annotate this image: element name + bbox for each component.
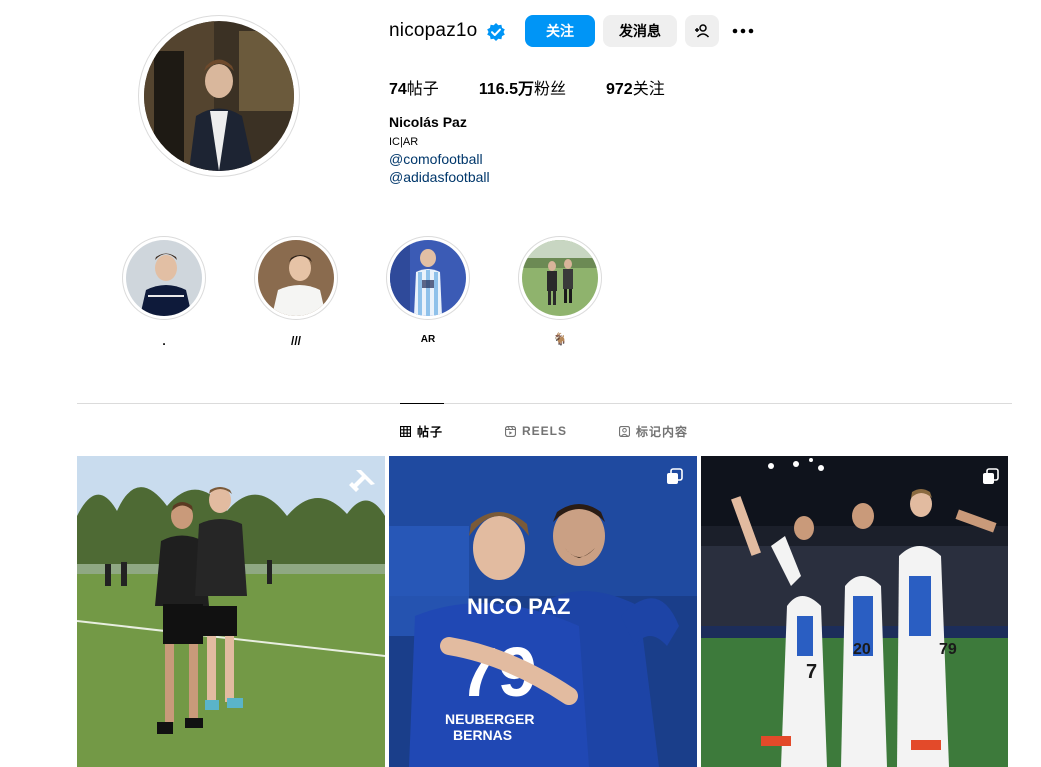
following-stat[interactable]: 972关注 <box>606 75 665 99</box>
tagged-icon <box>619 425 630 437</box>
story-highlight[interactable] <box>386 236 470 320</box>
more-options-button[interactable] <box>728 15 758 47</box>
username: nicopaz1o <box>389 20 478 41</box>
highlight-cover <box>522 240 598 316</box>
profile-stats: 74帖子 116.5万粉丝 972关注 <box>389 75 705 99</box>
more-dots-icon <box>732 28 754 34</box>
verified-badge-icon <box>487 23 505 41</box>
story-highlight[interactable] <box>122 236 206 320</box>
tab-posts[interactable]: 帖子 <box>400 423 443 439</box>
reels-icon <box>505 425 516 437</box>
active-tab-indicator <box>400 403 444 404</box>
following-count: 972 <box>606 81 633 98</box>
posts-stat[interactable]: 74帖子 <box>389 75 439 99</box>
posts-label: 帖子 <box>406 81 439 98</box>
following-label: 关注 <box>632 81 665 98</box>
svg-text:20: 20 <box>853 641 871 658</box>
followers-stat[interactable]: 116.5万粉丝 <box>479 75 566 99</box>
tabs-divider <box>77 403 1012 404</box>
avatar-photo <box>144 21 294 171</box>
story-highlight[interactable] <box>518 236 602 320</box>
tab-tagged[interactable]: 标记内容 <box>619 423 688 439</box>
tab-reels[interactable]: REELS <box>505 423 567 439</box>
post-thumbnail[interactable]: 7 20 79 <box>701 456 1008 767</box>
post-thumbnail[interactable] <box>77 456 385 767</box>
bio-mention-link[interactable]: @comofootball <box>389 151 483 167</box>
svg-text:NICO PAZ: NICO PAZ <box>467 594 570 619</box>
grid-icon <box>400 425 411 437</box>
tab-label: REELS <box>522 424 568 438</box>
bio-mention-link[interactable]: @adidasfootball <box>389 169 490 185</box>
svg-text:79: 79 <box>939 641 957 658</box>
message-button[interactable]: 发消息 <box>603 15 677 47</box>
svg-text:7: 7 <box>806 661 817 683</box>
followers-count: 116.5万 <box>478 81 534 98</box>
highlight-cover <box>126 240 202 316</box>
svg-text:BERNAS: BERNAS <box>453 727 512 743</box>
posts-count: 74 <box>389 81 407 98</box>
highlight-label: 🐐 <box>552 332 568 346</box>
followers-label: 粉丝 <box>533 81 566 98</box>
highlight-cover <box>258 240 334 316</box>
highlight-cover <box>390 240 466 316</box>
tab-label: 帖子 <box>417 424 444 439</box>
add-person-icon <box>695 24 710 38</box>
bio-text: IC|AR <box>389 136 419 148</box>
svg-text:NEUBERGER: NEUBERGER <box>445 711 534 727</box>
full-name: Nicolás Paz <box>389 114 467 130</box>
highlight-label: /// <box>290 334 301 348</box>
story-highlight[interactable] <box>254 236 338 320</box>
suggest-accounts-button[interactable] <box>685 15 719 47</box>
follow-button[interactable]: 关注 <box>525 15 595 47</box>
profile-avatar[interactable] <box>138 15 300 177</box>
highlight-label: . <box>162 334 166 348</box>
post-thumbnail[interactable]: NICO PAZ 79 NEUBERGER BERNAS <box>389 456 697 767</box>
highlight-label: AR <box>420 334 436 345</box>
tab-label: 标记内容 <box>636 424 689 439</box>
